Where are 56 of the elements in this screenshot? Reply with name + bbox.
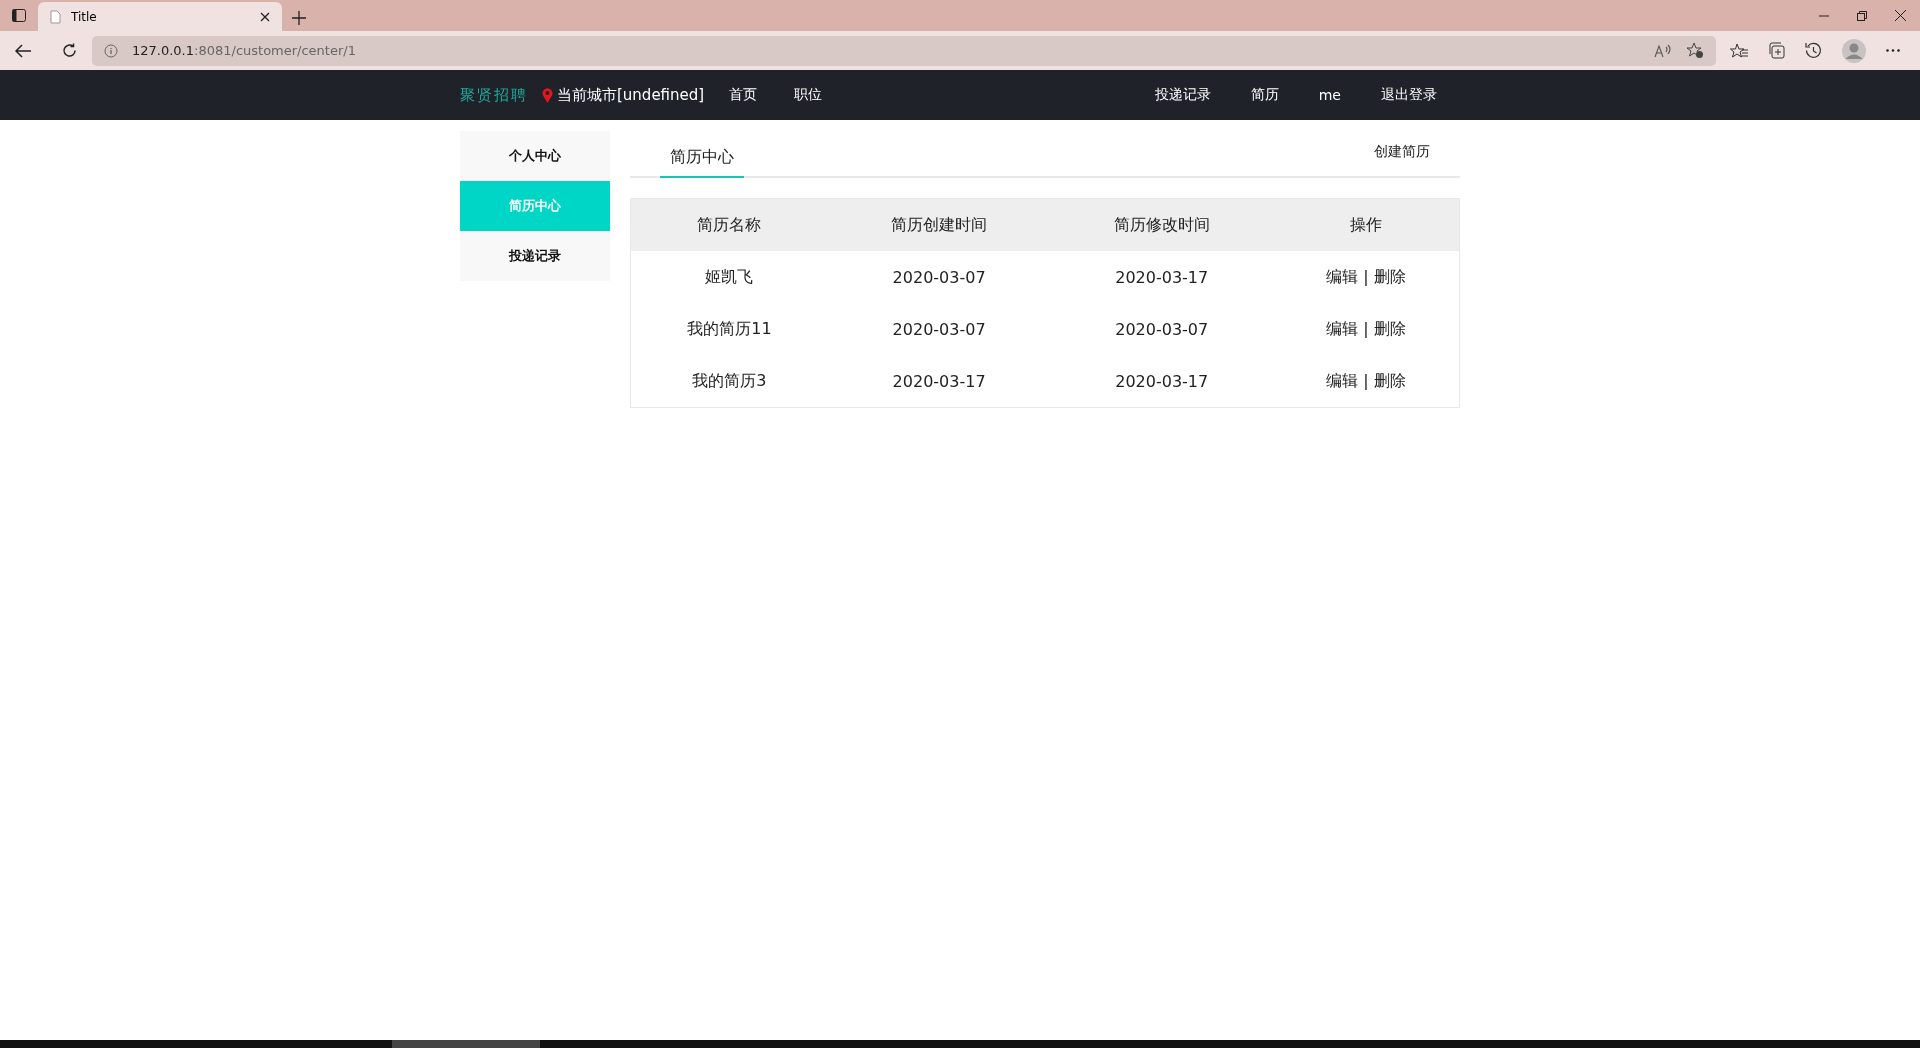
separator: | bbox=[1363, 318, 1369, 338]
delete-link[interactable]: 删除 bbox=[1373, 318, 1406, 338]
table-cell: 2020-03-17 bbox=[827, 355, 1051, 408]
table-cell: 2020-03-17 bbox=[1050, 355, 1273, 408]
sidebar-toggle-icon[interactable] bbox=[12, 9, 26, 22]
back-arrow-icon[interactable] bbox=[15, 43, 31, 58]
table-cell-text: 2020-03-07 bbox=[1114, 318, 1210, 341]
read-aloud-icon[interactable] bbox=[1654, 43, 1672, 58]
table-cell: 我的简历3 bbox=[630, 355, 828, 408]
current-city[interactable]: 当前城市[undefined] bbox=[557, 85, 705, 105]
minimize-icon[interactable] bbox=[1819, 14, 1829, 17]
table-cell-text: 2020-03-07 bbox=[891, 318, 987, 341]
column-header: 操作 bbox=[1273, 198, 1460, 251]
create-resume-button[interactable]: 创建简历 bbox=[1374, 143, 1430, 161]
table-cell: 姬凯飞 bbox=[630, 251, 828, 303]
new-tab-icon[interactable] bbox=[292, 11, 306, 25]
more-icon[interactable] bbox=[1886, 49, 1900, 52]
nav-link[interactable]: 简历 bbox=[1210, 86, 1279, 104]
info-icon[interactable] bbox=[104, 43, 118, 58]
table-cell: 我的简历11 bbox=[630, 303, 828, 355]
collections-icon[interactable] bbox=[1768, 42, 1785, 59]
profile-avatar-icon[interactable] bbox=[1842, 38, 1866, 63]
nav-link[interactable]: 投递记录 bbox=[1114, 86, 1211, 104]
nav-link[interactable]: me bbox=[1278, 87, 1341, 103]
column-header: 简历名称 bbox=[630, 198, 828, 251]
edit-link[interactable]: 编辑 bbox=[1326, 370, 1359, 390]
column-header: 简历创建时间 bbox=[827, 198, 1051, 251]
close-icon[interactable] bbox=[1895, 10, 1906, 21]
close-icon[interactable] bbox=[260, 11, 270, 22]
table-cell: 2020-03-07 bbox=[827, 251, 1051, 303]
edit-link[interactable]: 编辑 bbox=[1326, 318, 1359, 338]
page-icon bbox=[50, 9, 61, 24]
sidebar-item[interactable]: 个人中心 bbox=[460, 131, 610, 181]
separator: | bbox=[1363, 370, 1369, 390]
nav-link[interactable]: 退出登录 bbox=[1341, 86, 1460, 104]
location-pin-icon bbox=[542, 87, 553, 103]
browser-tab[interactable]: Title bbox=[38, 2, 282, 31]
restore-icon[interactable] bbox=[1857, 10, 1867, 21]
sidebar-item[interactable]: 投递记录 bbox=[460, 231, 610, 281]
nav-link[interactable]: 首页 bbox=[714, 86, 780, 104]
table-cell: 2020-03-17 bbox=[1050, 251, 1273, 303]
site-logo[interactable]: 聚贤招聘 bbox=[460, 85, 528, 105]
favorites-icon[interactable] bbox=[1730, 42, 1748, 59]
add-favorite-icon[interactable] bbox=[1686, 42, 1704, 59]
tab[interactable]: 简历中心 bbox=[660, 147, 744, 178]
tab-title: Title bbox=[71, 9, 98, 24]
refresh-icon[interactable] bbox=[61, 43, 77, 58]
column-header: 简历修改时间 bbox=[1050, 198, 1273, 251]
delete-link[interactable]: 删除 bbox=[1373, 370, 1406, 390]
edit-link[interactable]: 编辑 bbox=[1326, 266, 1359, 286]
address-bar[interactable]: 127.0.0.1:8081/customer/center/1 bbox=[92, 35, 1716, 66]
nav-link[interactable]: 职位 bbox=[779, 86, 845, 104]
separator: | bbox=[1363, 266, 1369, 286]
history-icon[interactable] bbox=[1805, 42, 1822, 59]
delete-link[interactable]: 删除 bbox=[1373, 266, 1406, 286]
url-text: 127.0.0.1:8081/customer/center/1 bbox=[132, 43, 356, 58]
